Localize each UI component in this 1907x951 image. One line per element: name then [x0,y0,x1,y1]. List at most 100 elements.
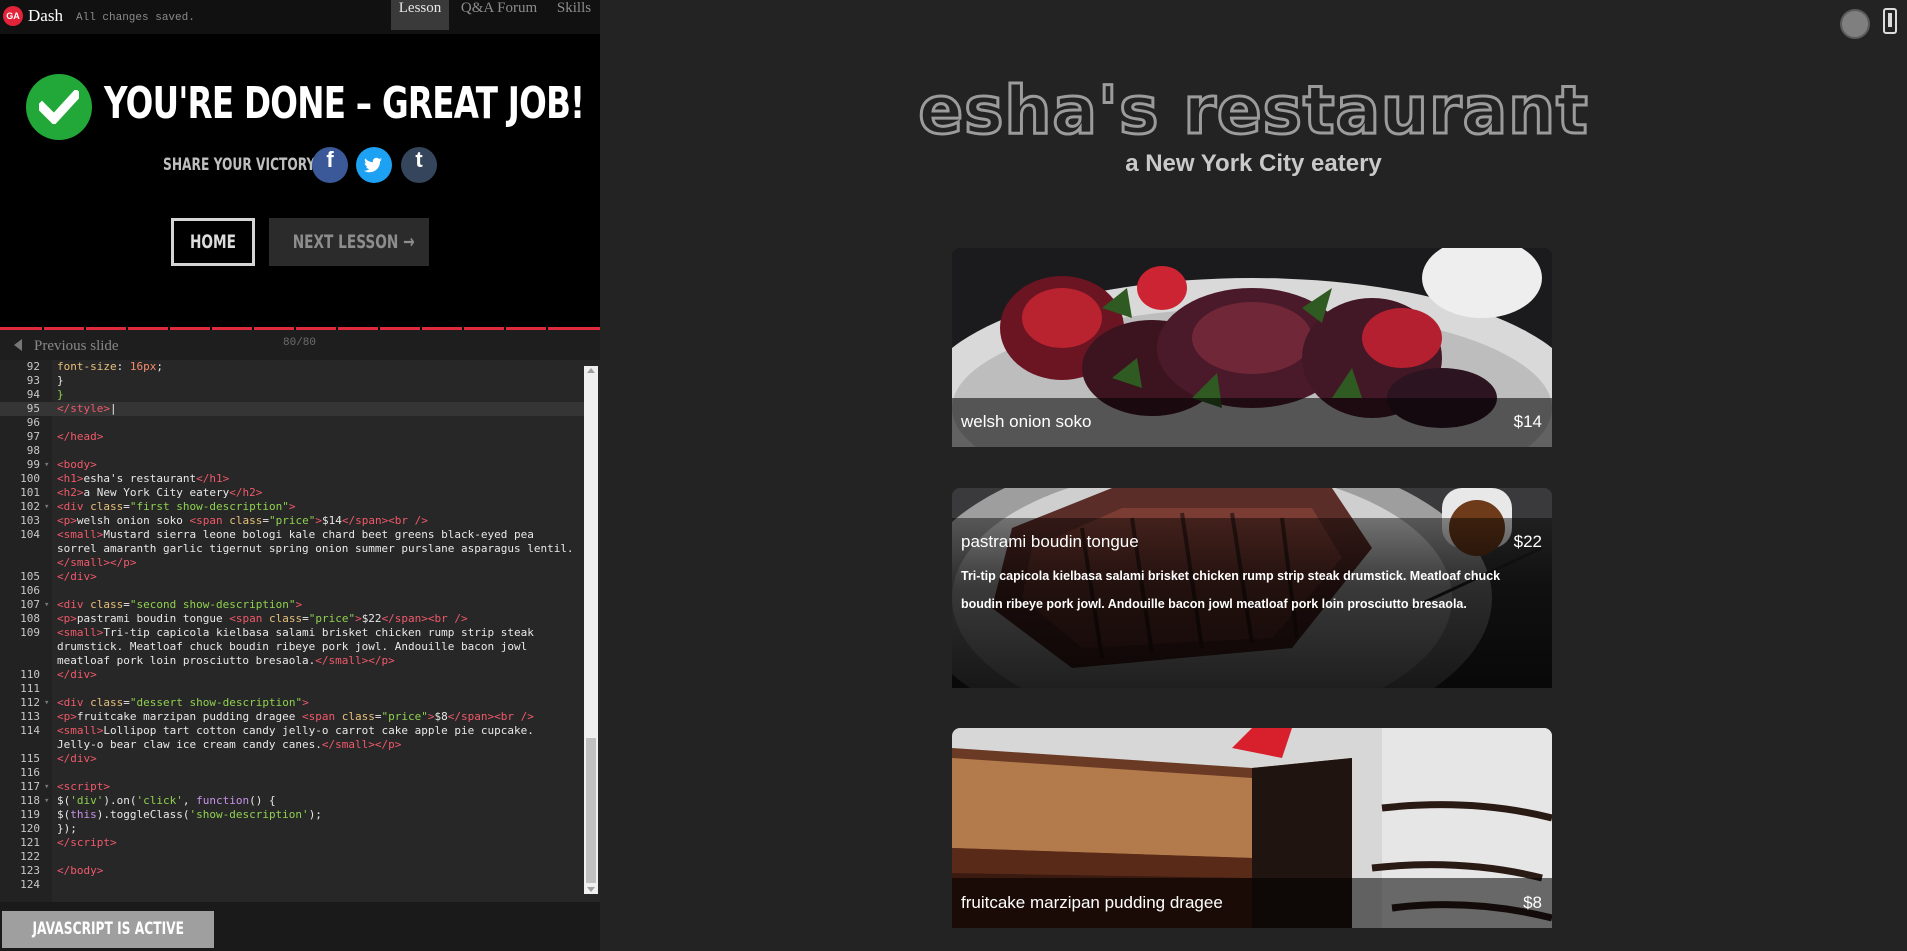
item-price: $8 [1523,893,1542,912]
fold-toggle-icon[interactable]: ▾ [44,458,49,472]
line-number: 106 [20,584,40,597]
fold-toggle-icon[interactable]: ▾ [44,696,49,710]
code-text: }); [57,822,77,835]
code-line[interactable]: 97 </head> [0,430,584,444]
code-text: Jelly-o bear claw ice cream candy canes.… [57,738,402,751]
code-line[interactable]: 121 </script> [0,836,584,850]
code-line[interactable]: 124 [0,878,584,892]
item-price: $14 [1513,412,1542,431]
line-number: 115 [20,752,40,765]
ga-logo[interactable]: GA [3,6,23,26]
code-line[interactable]: sorrel amaranth garlic tigernut spring o… [0,542,584,556]
code-line[interactable]: 113 <p>fruitcake marzipan pudding dragee… [0,710,584,724]
code-line[interactable]: 122 [0,850,584,864]
fold-toggle-icon[interactable]: ▾ [44,794,49,808]
home-button[interactable]: HOME [171,218,255,266]
code-line[interactable]: 110 </div> [0,668,584,682]
code-line[interactable]: 115 </div> [0,752,584,766]
code-line[interactable]: 114 <small>Lollipop tart cotton candy je… [0,724,584,738]
code-line[interactable]: 92 font-size: 16px; [0,360,584,374]
menu-item-card[interactable]: fruitcake marzipan pudding dragee $8 [952,728,1552,928]
code-line[interactable]: 120 }); [0,822,584,836]
code-text: <script> [57,780,110,793]
fold-toggle-icon[interactable]: ▾ [44,500,49,514]
code-text: $('div').on('click', function() { [57,794,276,807]
line-number: 102 [20,500,40,513]
code-line[interactable]: 94} [0,388,584,402]
app-name[interactable]: Dash [28,6,63,26]
code-line[interactable]: 93 } [0,374,584,388]
facebook-icon[interactable]: f [312,147,348,183]
share-label: SHARE YOUR VICTORY: [163,155,320,175]
tumblr-icon[interactable]: t [401,147,437,183]
code-line[interactable]: 119 $(this).toggleClass('show-descriptio… [0,808,584,822]
line-number: 95 [26,402,40,415]
code-line[interactable]: 104 <small>Mustard sierra leone bologi k… [0,528,584,542]
code-lines[interactable]: 92 font-size: 16px; 93 } 94} 95 </style>| 96 9… [0,360,584,902]
menu-item-card[interactable]: welsh onion soko $14 [952,248,1552,447]
code-text: meatloaf pork loin prosciutto bresaola.<… [57,654,395,667]
next-lesson-button[interactable]: NEXT LESSON → [269,218,429,266]
item-price: $22 [1513,532,1542,551]
code-line[interactable]: 99 ▾ <body> [0,458,584,472]
line-number: 120 [20,822,40,835]
mobile-view-icon[interactable] [1883,8,1897,34]
code-text: <body> [57,458,97,471]
tab-skills[interactable]: Skills [552,0,596,30]
code-line[interactable]: 101 <h2>a New York City eatery</h2> [0,486,584,500]
item-name: fruitcake marzipan pudding dragee [961,893,1223,912]
code-line[interactable]: drumstick. Meatloaf chuck boudin ribeye … [0,640,584,654]
code-line[interactable]: 111 [0,682,584,696]
code-line[interactable]: 95 </style>| [0,402,584,416]
code-line[interactable]: 118 ▾ $('div').on('click', function() { [0,794,584,808]
code-line[interactable]: 100 <h1>esha's restaurant</h1> [0,472,584,486]
line-number: 122 [20,850,40,863]
scrollbar-thumb[interactable] [586,738,596,883]
code-text: <small>Mustard sierra leone bologi kale … [57,528,534,541]
next-lesson-label: NEXT LESSON → [292,231,415,253]
javascript-status-button[interactable]: JAVASCRIPT IS ACTIVE [2,911,214,948]
code-text: <small>Tri-tip capicola kielbasa salami … [57,626,534,639]
chevron-left-icon[interactable] [14,339,22,351]
line-number: 100 [20,472,40,485]
item-caption: pastrami boudin tongue $22 Tri-tip capic… [952,518,1552,688]
code-line[interactable]: </small></p> [0,556,584,570]
code-line[interactable]: 105 </div> [0,570,584,584]
twitter-icon[interactable] [356,147,392,183]
code-text: <p>welsh onion soko <span class="price">… [57,514,428,527]
code-line[interactable]: 103 <p>welsh onion soko <span class="pri… [0,514,584,528]
fold-toggle-icon[interactable]: ▾ [44,780,49,794]
editor-scrollbar[interactable] [584,366,598,894]
scroll-up-icon[interactable] [587,368,595,373]
scroll-down-icon[interactable] [587,887,595,892]
code-line[interactable]: 106 [0,584,584,598]
home-button-label: HOME [189,231,237,253]
code-line[interactable]: 117 ▾ <script> [0,780,584,794]
code-line[interactable]: 109 <small>Tri-tip capicola kielbasa sal… [0,626,584,640]
view-toggle-icon[interactable] [1840,9,1870,39]
code-line[interactable]: 112 ▾ <div class="dessert show-description… [0,696,584,710]
line-number: 111 [20,682,40,695]
completion-title: YOU'RE DONE – GREAT JOB! [104,78,585,129]
line-number: 97 [26,430,40,443]
menu-item-card[interactable]: pastrami boudin tongue $22 Tri-tip capic… [952,488,1552,688]
code-line[interactable]: 96 [0,416,584,430]
code-text: <div class="dessert show-description"> [57,696,309,709]
code-line[interactable]: 116 [0,766,584,780]
code-line[interactable]: 107 ▾ <div class="second show-description"… [0,598,584,612]
code-line[interactable]: meatloaf pork loin prosciutto bresaola.<… [0,654,584,668]
code-editor[interactable]: 92 font-size: 16px; 93 } 94} 95 </style>| 96 9… [0,360,600,902]
code-line[interactable]: 108 <p>pastrami boudin tongue <span clas… [0,612,584,626]
code-line[interactable]: 102 ▾ <div class="first show-description"> [0,500,584,514]
code-line[interactable]: 98 [0,444,584,458]
code-line[interactable]: 123 </body> [0,864,584,878]
code-text: } [57,388,64,401]
fold-toggle-icon[interactable]: ▾ [44,598,49,612]
tab-lesson[interactable]: Lesson [391,0,449,30]
tab-qa-forum[interactable]: Q&A Forum [455,0,543,30]
previous-slide-link[interactable]: Previous slide [34,338,119,355]
save-status: All changes saved. [76,12,195,24]
code-text: <h2>a New York City eatery</h2> [57,486,263,499]
code-text: <p>fruitcake marzipan pudding dragee <sp… [57,710,534,723]
code-line[interactable]: Jelly-o bear claw ice cream candy canes.… [0,738,584,752]
